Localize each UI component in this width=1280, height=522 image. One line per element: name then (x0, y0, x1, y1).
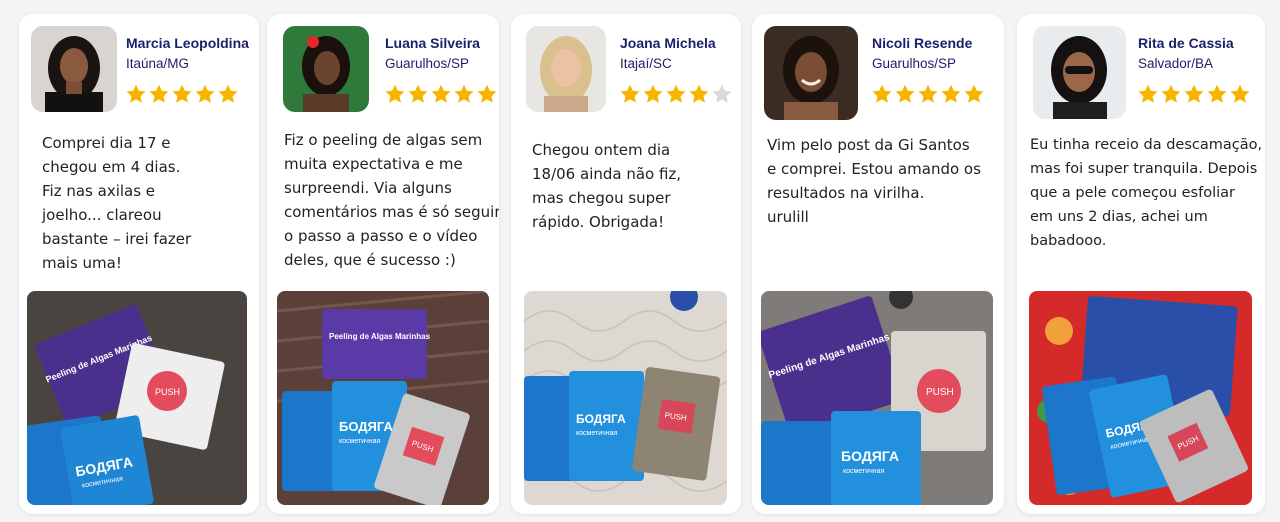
review-text: Vim pelo post da Gi Santos e comprei. Es… (767, 133, 981, 229)
star-filled-icon (895, 84, 915, 103)
product-photo: Peeling de Algas Marinhas PUSH БОДЯГА ко… (27, 291, 247, 505)
star-rating (384, 83, 498, 105)
pack-title: Peeling de Algas Marinhas (329, 332, 431, 341)
star-filled-icon (126, 84, 146, 103)
review-line: em uns 2 dias, achei um (1030, 209, 1208, 225)
reviewer-name: Marcia Leopoldina (126, 35, 249, 51)
review-line: Vim pelo post da Gi Santos (767, 136, 970, 154)
review-line: mas foi super tranquila. Depois (1030, 161, 1258, 177)
review-line: joelho... clareou (42, 206, 162, 224)
reviewer-location: Itaúna/MG (126, 56, 190, 71)
avatar (31, 26, 117, 112)
star-rating (871, 83, 985, 105)
review-text: Fiz o peeling de algas sem muita expecta… (284, 128, 499, 272)
star-filled-icon (872, 84, 892, 103)
review-line: e comprei. Estou amando os (767, 160, 981, 178)
star-filled-icon (195, 84, 215, 103)
pack-subtitle: косметичная (339, 438, 381, 445)
review-line: Chegou ontem dia (532, 141, 671, 159)
product-photo: БОДЯГА косметичная PUSH (1029, 291, 1252, 505)
review-line: chegou em 4 dias. (42, 158, 181, 176)
reviewer-name: Joana Michela (620, 35, 716, 51)
review-line: que a pele começou esfoliar (1030, 185, 1235, 201)
review-card: Joana Michela Itajaí/SC Chegou ontem dia… (511, 14, 741, 514)
review-line: comentários mas é só seguir (284, 203, 499, 221)
review-line: o passo a passo e o vídeo (284, 227, 478, 245)
pack-brand: БОДЯГА (841, 448, 899, 464)
review-line: babadooo. (1030, 233, 1107, 249)
review-card: Luana Silveira Guarulhos/SP Fiz o peelin… (267, 14, 499, 514)
pack-subtitle: косметичная (576, 430, 618, 437)
review-line: deles, que é sucesso :) (284, 251, 456, 269)
star-filled-icon (1161, 84, 1181, 103)
review-line: Comprei dia 17 e (42, 134, 171, 152)
product-photo: Peeling de Algas Marinhas PUSH БОДЯГА ко… (761, 291, 993, 505)
review-line: mais uma! (42, 254, 122, 272)
star-filled-icon (1138, 84, 1158, 103)
review-line: rápido. Obrigada! (532, 213, 665, 231)
review-card: Nicoli Resende Guarulhos/SP Vim pelo pos… (752, 14, 1004, 514)
reviewer-name: Rita de Cassia (1138, 35, 1234, 51)
avatar (526, 26, 606, 112)
product-photo: БОДЯГА косметичная PUSH (524, 291, 727, 505)
star-filled-icon (477, 84, 497, 103)
review-line: resultados na virilha. (767, 184, 925, 202)
pack-brand: БОДЯГА (339, 419, 393, 434)
star-filled-icon (218, 84, 238, 103)
review-line: mas chegou super (532, 189, 671, 207)
star-filled-icon (620, 84, 640, 103)
reviewer-location: Itajaí/SC (620, 56, 672, 71)
review-line: muita expectativa e me (284, 155, 463, 173)
reviewer-name: Nicoli Resende (872, 35, 973, 51)
review-text: Eu tinha receio da descamação, mas foi s… (1030, 133, 1262, 253)
pack-subtitle: косметичная (843, 468, 885, 475)
reviewer-location: Salvador/BA (1138, 56, 1214, 71)
review-line: 18/06 ainda não fiz, (532, 165, 682, 183)
review-card: Marcia Leopoldina Itaúna/MG Comprei dia … (19, 14, 259, 514)
star-filled-icon (385, 84, 405, 103)
star-filled-icon (941, 84, 961, 103)
star-filled-icon (408, 84, 428, 103)
review-line: Eu tinha receio da descamação, (1030, 137, 1263, 153)
star-filled-icon (666, 84, 686, 103)
avatar (764, 26, 858, 120)
star-rating (619, 83, 733, 105)
review-text: Chegou ontem dia 18/06 ainda não fiz, ma… (532, 138, 681, 234)
star-filled-icon (172, 84, 192, 103)
review-line: surpreendi. Via alguns (284, 179, 452, 197)
star-rating (125, 83, 239, 105)
avatar (1033, 26, 1126, 119)
star-filled-icon (1184, 84, 1204, 103)
star-empty-icon (712, 84, 732, 103)
star-filled-icon (689, 84, 709, 103)
review-line: Fiz nas axilas e (42, 182, 156, 200)
star-rating (1137, 83, 1251, 105)
review-card: Rita de Cassia Salvador/BA Eu tinha rece… (1017, 14, 1265, 514)
star-filled-icon (454, 84, 474, 103)
review-line: urulill (767, 208, 809, 226)
reviewer-location: Guarulhos/SP (872, 56, 957, 71)
product-photo: Peeling de Algas Marinhas БОДЯГА космети… (277, 291, 489, 505)
star-filled-icon (1230, 84, 1250, 103)
sachet-logo: PUSH (926, 387, 954, 398)
sachet-logo: PUSH (155, 387, 180, 397)
star-filled-icon (918, 84, 938, 103)
review-line: bastante – irei fazer (42, 230, 192, 248)
star-filled-icon (431, 84, 451, 103)
star-filled-icon (964, 84, 984, 103)
reviewer-name: Luana Silveira (385, 35, 480, 51)
star-filled-icon (149, 84, 169, 103)
avatar (283, 26, 369, 112)
star-filled-icon (1207, 84, 1227, 103)
star-filled-icon (643, 84, 663, 103)
pack-brand: БОДЯГА (576, 412, 626, 426)
reviewer-location: Guarulhos/SP (385, 56, 470, 71)
review-text: Comprei dia 17 e chegou em 4 dias. Fiz n… (42, 131, 191, 275)
review-line: Fiz o peeling de algas sem (284, 131, 483, 149)
